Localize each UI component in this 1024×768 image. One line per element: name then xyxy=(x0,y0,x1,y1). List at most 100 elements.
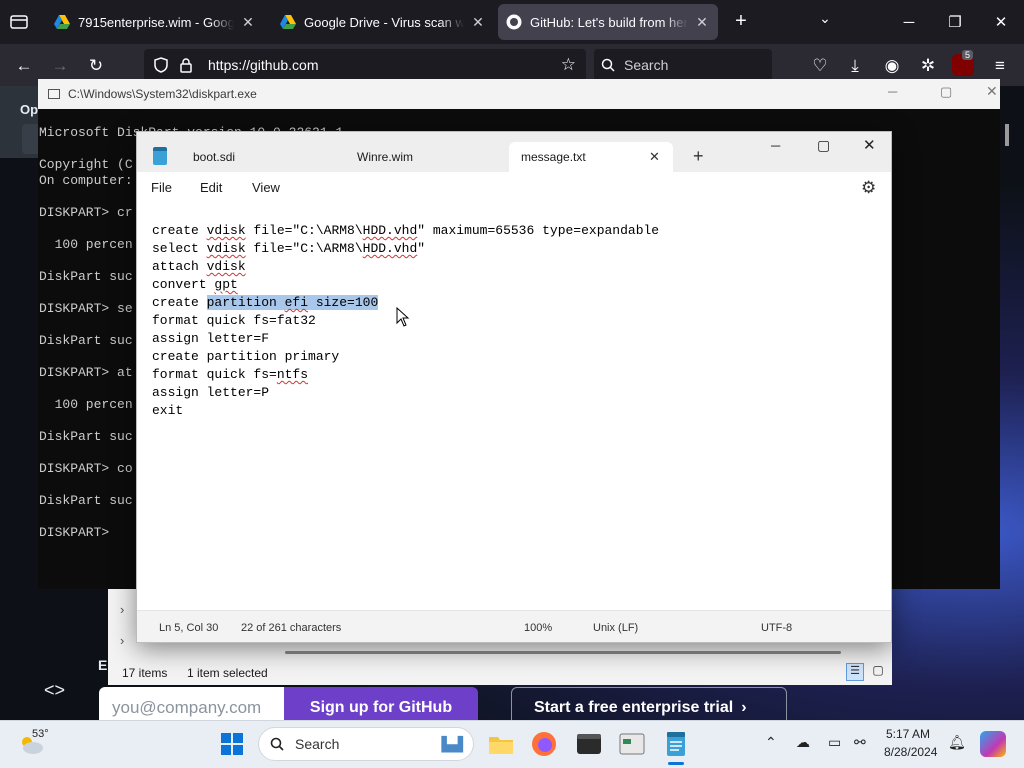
menu-file[interactable]: File xyxy=(151,180,172,195)
close-tab-icon[interactable]: ✕ xyxy=(470,14,486,31)
back-arrow-icon[interactable]: ← xyxy=(10,52,38,80)
shield-icon xyxy=(154,57,168,73)
chevron-right-icon[interactable]: › xyxy=(120,602,124,617)
details-view-button[interactable]: ☰ xyxy=(846,663,864,681)
notepad-text-area[interactable]: create vdisk file="C:\ARM8\HDD.vhd" maxi… xyxy=(152,222,872,420)
notepad-icon xyxy=(153,147,167,165)
browser-tab-virus-scan[interactable]: Google Drive - Virus scan warni ✕ xyxy=(272,4,494,40)
forward-arrow-icon[interactable]: → xyxy=(46,52,74,80)
url-text: https://github.com xyxy=(208,57,319,73)
mouse-cursor-icon xyxy=(396,307,410,327)
console-icon xyxy=(48,89,60,99)
trial-label: Start a free enterprise trial xyxy=(534,699,734,716)
search-highlight-icon: ▙▟ xyxy=(441,735,463,752)
notepad-taskbar-icon[interactable] xyxy=(660,728,692,760)
console-line: On computer: xyxy=(39,173,133,188)
text-line: create vdisk file="C:\ARM8\HDD.vhd" maxi… xyxy=(152,223,660,238)
ublock-icon[interactable]: 5 xyxy=(952,50,974,76)
notepad-maximize-button[interactable]: ▢ xyxy=(817,137,830,154)
maximize-button[interactable]: ❐ xyxy=(932,0,978,44)
text-line: create partition primary xyxy=(152,349,340,364)
text-line: exit xyxy=(152,403,184,418)
search-icon xyxy=(601,58,615,72)
console-minimize-button[interactable]: ─ xyxy=(888,84,897,99)
console-line: DISKPART> xyxy=(39,525,110,540)
chevron-down-icon[interactable]: ⌄ xyxy=(814,10,836,34)
console-line: DiskPart suc xyxy=(39,269,133,284)
minimize-button[interactable]: ─ xyxy=(886,0,932,44)
notepad-tab-message-txt[interactable]: message.txt ✕ xyxy=(509,142,673,172)
console-line: DISKPART> cr xyxy=(39,205,133,220)
notepad-minimize-button[interactable]: ─ xyxy=(771,138,780,153)
extensions-icon[interactable]: ✲ xyxy=(914,52,942,80)
browser-search-box[interactable]: Search xyxy=(594,49,772,81)
close-tab-icon[interactable]: ✕ xyxy=(240,14,256,31)
disk-management-icon[interactable] xyxy=(616,728,648,760)
console-close-button[interactable]: ✕ xyxy=(986,83,998,100)
notepad-tab-label: Winre.wim xyxy=(357,150,413,164)
list-all-tabs-icon[interactable] xyxy=(8,12,30,32)
taskbar-search-box[interactable]: Search ▙▟ xyxy=(258,727,474,761)
onedrive-icon[interactable]: ☁ xyxy=(796,734,810,751)
github-code-icon: <> xyxy=(44,680,66,700)
chevron-right-icon[interactable]: › xyxy=(120,633,124,648)
status-zoom[interactable]: 100% xyxy=(524,622,552,634)
notepad-window: boot.sdi Winre.wim message.txt ✕ + ─ ▢ ✕… xyxy=(136,131,892,643)
tiles-view-button[interactable]: ▢ xyxy=(869,663,887,681)
close-tab-icon[interactable]: ✕ xyxy=(694,14,710,31)
windows-start-icon[interactable] xyxy=(220,732,244,756)
display-icon[interactable]: ▭ xyxy=(828,734,841,751)
status-line-ending: Unix (LF) xyxy=(593,622,639,634)
notepad-close-button[interactable]: ✕ xyxy=(863,136,876,154)
firefox-icon[interactable] xyxy=(528,728,560,760)
bookmark-star-icon[interactable]: ☆ xyxy=(561,55,576,75)
console-line: DiskPart suc xyxy=(39,333,133,348)
notepad-status-bar: Ln 5, Col 30 22 of 261 characters 100% U… xyxy=(137,610,891,642)
console-line: DISKPART> co xyxy=(39,461,133,476)
gear-icon[interactable]: ⚙ xyxy=(861,178,876,198)
notepad-tab-label: boot.sdi xyxy=(193,150,236,164)
status-position: Ln 5, Col 30 xyxy=(159,622,219,634)
menu-view[interactable]: View xyxy=(252,180,280,195)
reload-icon[interactable]: ↻ xyxy=(82,52,110,80)
copilot-icon[interactable] xyxy=(980,731,1006,757)
text-line: format quick fs=fat32 xyxy=(152,313,316,328)
browser-search-placeholder: Search xyxy=(624,57,669,73)
explorer-items-count: 17 items xyxy=(122,666,168,680)
close-tab-icon[interactable]: ✕ xyxy=(649,149,660,165)
text-line: create partition efi size=100 xyxy=(152,295,379,310)
notepad-tab-winre-wim[interactable]: Winre.wim xyxy=(345,142,505,172)
notepad-tab-boot-sdi[interactable]: boot.sdi xyxy=(181,142,331,172)
new-tab-icon[interactable]: + xyxy=(730,10,752,34)
console-maximize-button[interactable]: ▢ xyxy=(940,84,952,100)
notification-bell-icon[interactable]: 🔔︎ xyxy=(948,734,966,751)
text-line: format quick fs=ntfs xyxy=(152,367,309,382)
text-line: attach vdisk xyxy=(152,259,246,274)
network-icon[interactable]: ⚯ xyxy=(854,734,866,751)
console-line: Copyright (C xyxy=(39,157,133,172)
menu-icon[interactable]: ≡ xyxy=(986,52,1014,80)
close-button[interactable]: ✕ xyxy=(978,0,1024,44)
new-tab-icon[interactable]: + xyxy=(693,146,704,167)
file-explorer-icon[interactable] xyxy=(485,728,517,760)
lock-icon xyxy=(180,58,192,73)
browser-tab-wim[interactable]: 7915enterprise.wim - Google D ✕ xyxy=(46,4,264,40)
chevron-up-icon[interactable]: ⌃ xyxy=(765,734,777,751)
explorer-scrollbar[interactable] xyxy=(285,651,841,654)
clock-date[interactable]: 8/28/2024 xyxy=(884,745,937,759)
console-line: 100 percen xyxy=(39,397,133,412)
console-scrollbar[interactable] xyxy=(1005,124,1009,146)
console-title-bar: C:\Windows\System32\diskpart.exe xyxy=(38,79,1000,109)
text-line: assign letter=P xyxy=(152,385,270,400)
console-line: DiskPart suc xyxy=(39,429,133,444)
browser-tab-github[interactable]: GitHub: Let's build from here ✕ xyxy=(498,4,718,40)
downloads-icon[interactable]: ⤓ xyxy=(841,52,869,80)
clock-time[interactable]: 5:17 AM xyxy=(886,727,930,741)
google-drive-icon xyxy=(54,15,70,29)
tab-title: 7915enterprise.wim - Google D xyxy=(78,14,234,30)
pocket-icon[interactable]: ♡ xyxy=(806,52,834,80)
menu-edit[interactable]: Edit xyxy=(200,180,222,195)
terminal-icon[interactable] xyxy=(573,728,605,760)
url-bar[interactable]: https://github.com ☆ xyxy=(144,49,586,81)
account-icon[interactable]: ◉ xyxy=(878,52,906,80)
